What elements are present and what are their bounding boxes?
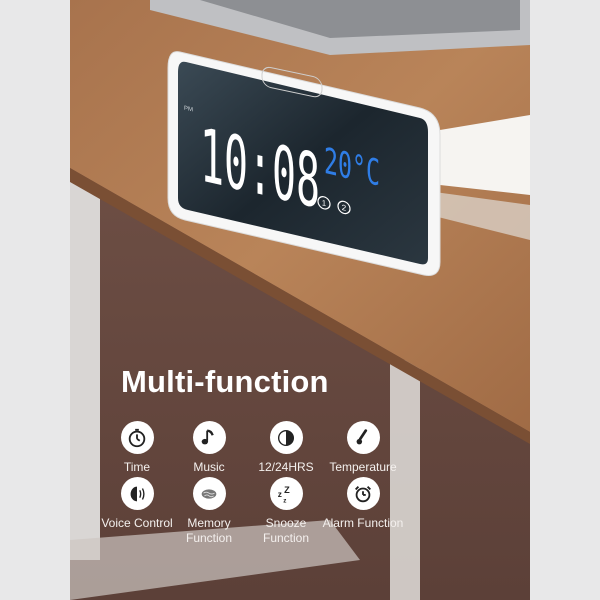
music-note-icon [192, 421, 226, 454]
voice-head-icon [120, 477, 154, 510]
feature-temperature: Temperature [318, 421, 408, 475]
clock-half-icon [269, 421, 303, 454]
svg-text:z: z [283, 497, 286, 504]
thermometer-icon [346, 421, 380, 454]
svg-text:z: z [278, 489, 282, 498]
feature-label: Alarm Function [322, 516, 404, 530]
feature-alarm-function: Alarm Function [318, 477, 408, 531]
alarm-clock-icon [346, 477, 380, 510]
alarm-1-label: 1 [322, 198, 327, 208]
alarm-2-label: 2 [342, 203, 347, 213]
headline: Multi-function [121, 364, 329, 399]
feature-label: Temperature [329, 460, 397, 474]
svg-text:Z: Z [284, 485, 290, 495]
stopwatch-icon [120, 421, 154, 454]
zzz-icon: zZz [269, 477, 303, 510]
brain-icon [192, 477, 226, 510]
